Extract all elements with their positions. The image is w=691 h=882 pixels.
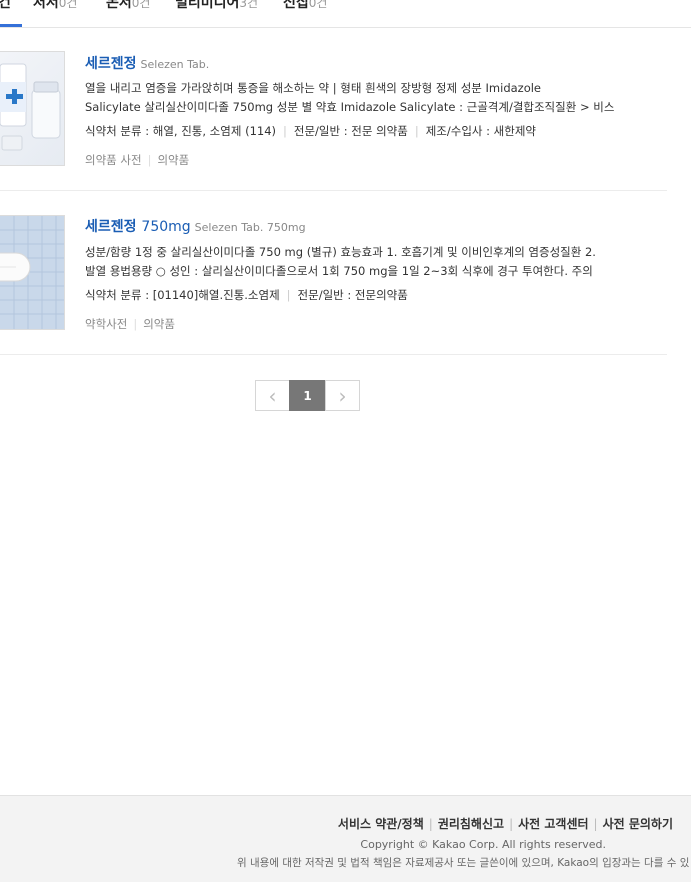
footer: 서비스 약관/정책 | 권리침해신고 | 사전 고객센터 | 사전 문의하기 Copyrig… <box>0 795 691 882</box>
result-title[interactable]: 세르젠정 Selezen Tab. <box>85 53 209 73</box>
category-link[interactable]: 의약품 <box>157 153 189 167</box>
result-description: 성분/함량 1정 중 살리실산이미다졸 750 mg (별규) 효능효과 1. … <box>85 245 596 278</box>
result-meta: 식약처 분류 : 해열, 진통, 소염제 (114) | 전문/일반 : 전문 의약… <box>85 124 536 138</box>
footer-link-report[interactable]: 권리침해신고 <box>438 817 504 831</box>
tab-papers[interactable]: 논서0건 <box>106 0 150 12</box>
source-link[interactable]: 의약품 사전 <box>85 153 142 167</box>
chevron-left-icon: ‹ <box>268 383 277 408</box>
footer-link-inquiry[interactable]: 사전 문의하기 <box>603 817 673 831</box>
copyright: Copyright © Kakao Corp. All rights reser… <box>360 838 606 851</box>
result-description: 열을 내리고 염증을 가라앉히며 통증을 해소하는 약 | 형태 흰색의 장방형… <box>85 81 615 114</box>
result-title[interactable]: 세르젠정 750mg Selezen Tab. 750mg <box>85 216 306 236</box>
chevron-right-icon: › <box>338 383 347 408</box>
pill-image <box>0 216 64 329</box>
tab-collection[interactable]: 전집0건 <box>283 0 327 12</box>
tab-books[interactable]: 저서0건 <box>33 0 77 12</box>
drug-thumbnail[interactable] <box>0 215 65 330</box>
page-1-button[interactable]: 1 <box>289 380 326 411</box>
category-link[interactable]: 의약품 <box>143 317 175 331</box>
pagination: ‹ 1 › <box>255 380 360 412</box>
result-meta: 식약처 분류 : [01140]해열.진통.소염제 | 전문/일반 : 전문의약품 <box>85 288 408 302</box>
result-item: 세르젠정 Selezen Tab. 열을 내리고 염증을 가라앉히며 통증을 해소… <box>0 27 667 191</box>
source-link[interactable]: 약학사전 <box>85 317 127 331</box>
footer-link-terms[interactable]: 서비스 약관/정책 <box>338 817 424 831</box>
result-source-tags: 약학사전 | 의약품 <box>85 317 175 331</box>
category-tabs: 건 저서0건 논서0건 멀티미디어3건 전집0건 <box>0 0 691 28</box>
prev-page-button[interactable]: ‹ <box>255 380 290 411</box>
pill-bottle-image <box>0 63 61 151</box>
footer-link-support[interactable]: 사전 고객센터 <box>518 817 588 831</box>
tab-all[interactable]: 건 <box>0 0 11 12</box>
result-source-tags: 의약품 사전 | 의약품 <box>85 153 190 167</box>
result-item: 세르젠정 750mg Selezen Tab. 750mg 성분/함량 1정 중 … <box>0 190 667 355</box>
tab-multimedia[interactable]: 멀티미디어3건 <box>175 0 258 12</box>
next-page-button[interactable]: › <box>325 380 360 411</box>
drug-thumbnail[interactable] <box>0 51 65 166</box>
footer-links: 서비스 약관/정책 | 권리침해신고 | 사전 고객센터 | 사전 문의하기 <box>337 817 673 831</box>
disclaimer: 위 내용에 대한 저작권 및 법적 책임은 자료제공사 또는 글쓴이에 있으며,… <box>237 857 690 869</box>
